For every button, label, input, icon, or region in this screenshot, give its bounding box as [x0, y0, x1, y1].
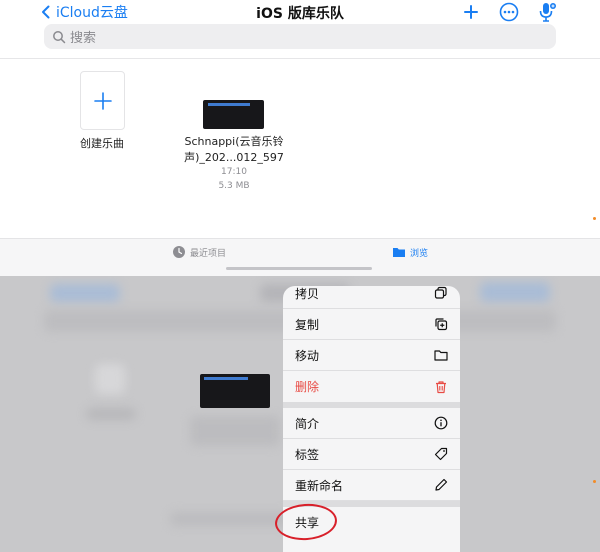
create-song-label: 创建乐曲 [80, 137, 124, 150]
file-name-line1: Schnappi(云音乐铃 [184, 135, 284, 148]
file-size: 5.3 MB [218, 181, 250, 191]
duplicate-icon [435, 318, 448, 331]
nav-actions [460, 1, 558, 23]
home-indicator [226, 267, 372, 270]
blurred-file-text [190, 416, 280, 446]
tag-icon [434, 447, 448, 461]
file-name-line2: 声)_202...012_597 [184, 151, 284, 164]
create-song-button[interactable] [80, 71, 125, 130]
preview-region-bar [204, 377, 248, 380]
files-browser: iCloud云盘 iOS 版库乐队 搜索 创建乐曲 Schnappi(云音乐铃 … [0, 0, 600, 276]
microphone-icon[interactable] [536, 1, 558, 23]
plus-icon [93, 91, 112, 110]
search-icon [53, 30, 66, 43]
blurred-create-tile [95, 364, 125, 394]
menu-item-label: 拷贝 [295, 286, 320, 301]
blurred-nav-icons [480, 282, 550, 302]
menu-item-tags[interactable]: 标签 [283, 439, 460, 470]
file-thumbnail[interactable] [203, 100, 264, 129]
copy-icon [434, 286, 447, 299]
plus-icon[interactable] [460, 1, 482, 23]
menu-item-move[interactable]: 移动 [283, 340, 460, 371]
blurred-back-button [50, 284, 120, 302]
trash-icon [436, 380, 446, 393]
menu-item-duplicate[interactable]: 复制 [283, 309, 460, 340]
menu-item-copy[interactable]: 拷贝 [283, 286, 460, 309]
menu-item-delete[interactable]: 删除 [283, 371, 460, 402]
folder-icon [393, 248, 405, 257]
menu-item-info[interactable]: 简介 [283, 408, 460, 439]
menu-item-label: 复制 [295, 317, 320, 332]
menu-item-label: 标签 [295, 447, 320, 462]
more-icon[interactable] [498, 1, 520, 23]
file-name: Schnappi(云音乐铃 声)_202...012_597 [172, 134, 296, 166]
search-field[interactable]: 搜索 [44, 24, 556, 49]
menu-item-label: 移动 [295, 348, 320, 363]
tab-bar: 最近项目 浏览 [0, 238, 600, 276]
search-placeholder: 搜索 [70, 31, 97, 46]
folder-icon [434, 350, 448, 361]
blurred-create-label [86, 408, 136, 420]
pencil-icon [435, 478, 448, 491]
indicator-dot [593, 217, 596, 220]
tab-browse[interactable]: 浏览 [392, 245, 428, 259]
menu-item-label: 简介 [295, 416, 320, 431]
file-time: 17:10 [221, 167, 247, 177]
thumbnail-region-bar [208, 103, 250, 106]
tab-recent[interactable]: 最近项目 [172, 245, 226, 259]
tab-browse-label: 浏览 [410, 248, 429, 259]
menu-item-label: 重新命名 [295, 478, 344, 493]
tab-recent-label: 最近项目 [190, 248, 227, 259]
indicator-dot [593, 480, 596, 483]
preview-thumbnail [200, 374, 270, 408]
menu-item-rename[interactable]: 重新命名 [283, 470, 460, 501]
menu-item-label: 删除 [295, 380, 320, 394]
navigation-bar: iCloud云盘 iOS 版库乐队 [0, 0, 600, 24]
info-icon [434, 416, 448, 430]
clock-icon [173, 246, 185, 258]
blurred-tabbar [170, 512, 290, 526]
divider [0, 58, 600, 59]
